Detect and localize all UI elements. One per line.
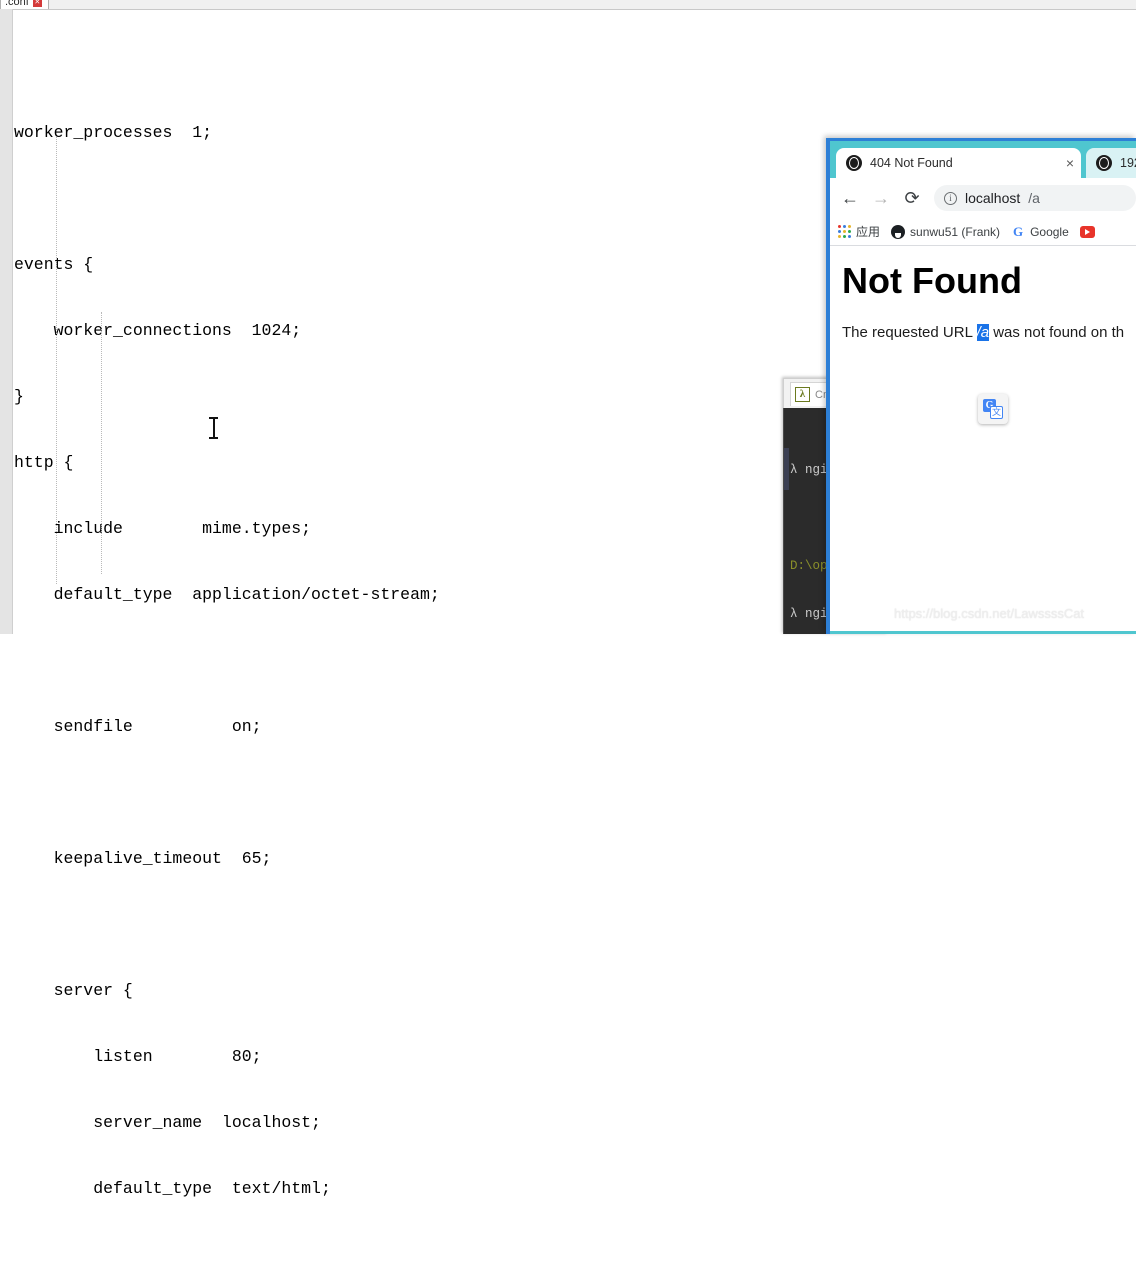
code-line: sendfile on; [14,717,262,736]
watermark-text: https://blog.csdn.net/LawssssCat [894,606,1085,621]
browser-toolbar: ← → ⟳ i localhost/a [830,178,1136,218]
google-translate-icon[interactable]: G 文 [978,394,1008,424]
bookmarks-bar: 应用 sunwu51 (Frank) G Google [830,218,1136,246]
paragraph-after-text: was not found on th [989,324,1125,341]
bookmark-apps[interactable]: 应用 [838,223,880,240]
page-title: Not Found [842,260,1022,301]
browser-tab-strip: 404 Not Found × 192 [830,141,1136,178]
back-arrow-icon[interactable]: ← [836,184,864,212]
bookmark-google[interactable]: G Google [1011,223,1069,239]
reload-icon[interactable]: ⟳ [898,184,926,212]
code-line: default_type text/html; [14,1179,331,1198]
address-bar[interactable]: i localhost/a [934,185,1136,211]
site-info-icon[interactable]: i [944,191,957,205]
code-line: server { [14,981,133,1000]
editor-gutter [0,9,13,634]
editor-file-tab-label: .conf [5,0,29,8]
address-bar-path: /a [1028,190,1040,206]
terminal-scrollbar[interactable] [784,448,789,490]
close-icon[interactable]: × [1066,156,1074,170]
text-cursor-icon [209,415,218,441]
bookmark-label: Google [1030,224,1069,239]
browser-tab-label: 404 Not Found [870,156,953,170]
browser-tab-label: 192 [1120,156,1136,170]
bookmark-label: 应用 [856,225,881,239]
code-line: server_name localhost; [14,1113,321,1132]
address-bar-host: localhost [965,190,1021,206]
paragraph-before-text: The requested URL [842,324,977,341]
web-page-content: Not Found The requested URL /a was not f… [830,246,1136,631]
globe-icon [1096,155,1112,171]
bookmark-github-sunwu51[interactable]: sunwu51 (Frank) [891,224,1001,239]
forward-arrow-icon[interactable]: → [867,184,895,212]
chrome-browser-window[interactable]: 404 Not Found × 192 ← → ⟳ i localhost/a … [826,138,1136,634]
github-icon [891,224,906,239]
page-body-text: The requested URL /a was not found on th [842,324,1136,341]
selected-text[interactable]: /a [976,324,990,341]
bookmark-youtube[interactable] [1079,225,1095,238]
close-icon[interactable]: ✕ [32,0,42,7]
youtube-icon [1079,225,1095,238]
indent-guide [101,312,102,574]
code-line: keepalive_timeout 65; [14,849,272,868]
translate-back-letter: 文 [990,406,1003,419]
code-line: listen 80; [14,1047,262,1066]
globe-icon [846,155,862,171]
indent-guide [56,137,57,584]
lambda-icon: λ [795,387,810,402]
browser-tab-192[interactable]: 192 [1086,148,1136,178]
bookmark-label: sunwu51 (Frank) [910,224,1001,239]
apps-grid-icon [838,225,851,238]
translate-glyph: G 文 [983,399,1003,419]
google-g-icon: G [1013,223,1024,239]
browser-tab-404-not-found[interactable]: 404 Not Found × [836,148,1081,178]
